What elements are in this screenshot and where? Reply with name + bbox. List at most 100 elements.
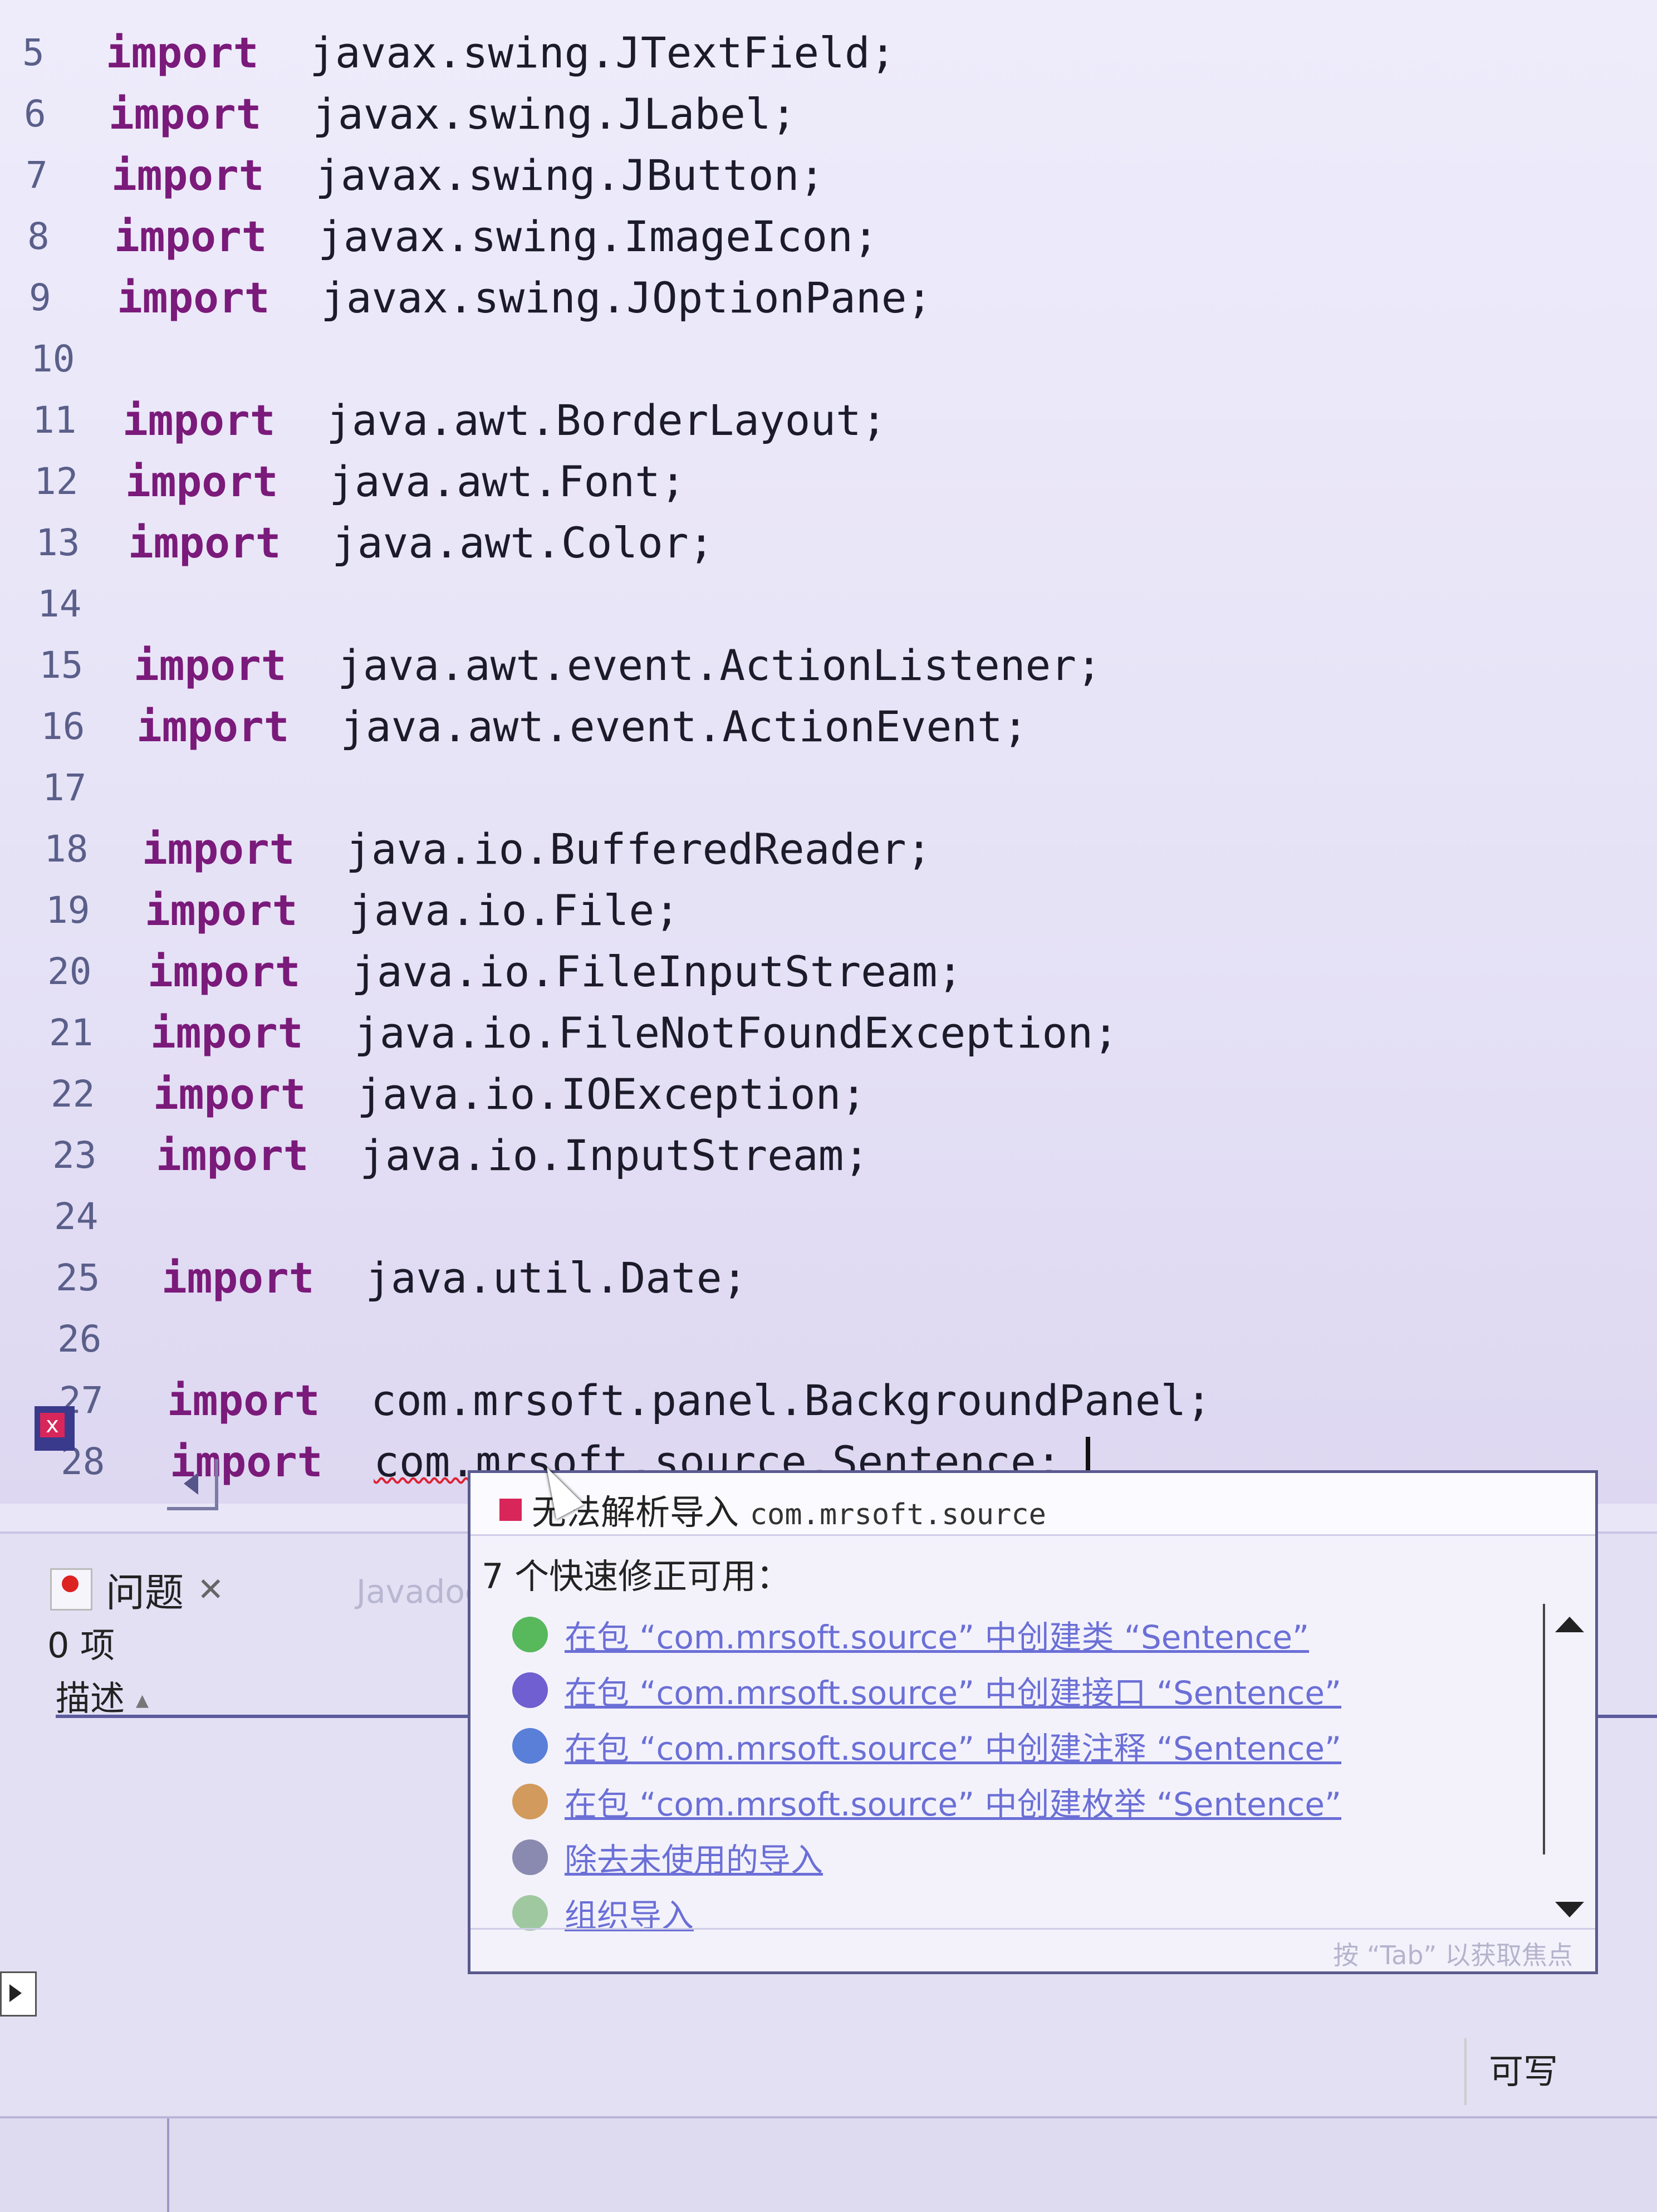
code-editor[interactable]: 5 6 7 8 9 10 11 12 13 14 15 16 17 18 19 20 21 22 23 24 25 26 2… [0,0,1657,1510]
code-line[interactable]: import java.io.File; [145,880,680,941]
code-line[interactable]: import java.awt.Color; [128,512,714,574]
keyword-import: import [142,824,295,874]
line-number: 8 [27,215,50,258]
quick-fix-item[interactable]: 除去未使用的导入 [512,1832,823,1882]
organize-imports-icon [512,1895,548,1931]
line-number: 14 [37,583,82,625]
keyword-import: import [117,273,270,322]
line-number: 25 [56,1256,100,1299]
line-number: 19 [46,889,90,932]
import-path: com.mrsoft.panel.BackgroundPanel; [371,1376,1212,1425]
code-line[interactable]: import javax.swing.ImageIcon; [114,206,879,267]
keyword-import: import [114,212,267,261]
sort-arrow-icon: ▲ [136,1691,149,1711]
error-icon [499,1499,522,1521]
keyword-import: import [150,1008,303,1058]
line-number: 13 [36,521,80,564]
code-line[interactable]: import java.io.InputStream; [156,1125,869,1186]
code-line[interactable]: import javax.swing.JOptionPane; [117,267,932,329]
code-line[interactable]: import java.io.BufferedReader; [142,819,932,880]
quick-fix-scrollbar[interactable] [1543,1604,1584,1854]
keyword-import: import [111,150,264,200]
scroll-down-arrow-icon[interactable] [1555,1902,1584,1917]
quick-fix-item[interactable]: 在包 “com.mrsoft.source” 中创建类 “Sentence” [512,1609,1309,1660]
status-bar-segment [0,2118,169,2212]
line-number: 22 [51,1073,95,1115]
keyword-import: import [128,518,281,567]
quick-fix-count: 7 个快速修正可用： [482,1556,791,1597]
quick-fix-item[interactable]: 在包 “com.mrsoft.source” 中创建接口 “Sentence” [512,1665,1341,1715]
code-line[interactable]: import java.awt.BorderLayout; [122,390,887,451]
import-path: java.io.FileNotFoundException; [354,1008,1119,1058]
status-writable: 可写 [1464,2038,1558,2105]
quick-fix-popup[interactable]: 无法解析导入 com.mrsoft.source 7 个快速修正可用： 在包 “… [468,1470,1598,1974]
line-number: 21 [49,1011,94,1054]
code-line[interactable]: import javax.swing.JLabel; [109,84,796,145]
annotation-icon [512,1728,548,1764]
code-line[interactable] [120,329,171,390]
code-line[interactable]: import javax.swing.JButton; [111,145,825,206]
line-number: 26 [57,1318,102,1361]
line-number: 24 [54,1195,99,1238]
code-line[interactable] [159,1186,210,1247]
code-line[interactable] [164,1309,215,1370]
import-path: javax.swing.JTextField; [310,28,896,77]
code-line[interactable]: import java.io.IOException; [153,1064,866,1125]
line-number: 11 [32,399,77,442]
error-marker-icon[interactable]: x [35,1406,75,1451]
quick-fix-item[interactable]: 在包 “com.mrsoft.source” 中创建枚举 “Sentence” [512,1777,1341,1827]
code-line[interactable]: import java.util.Date; [161,1247,747,1309]
class-icon [512,1617,548,1652]
keyword-import: import [109,89,262,139]
tab-problems[interactable]: 问题 ✕ [50,1559,224,1620]
import-path: java.awt.event.ActionEvent; [340,702,1028,751]
import-path: java.awt.Font; [329,457,686,506]
code-line[interactable]: import java.awt.event.ActionEvent; [136,696,1028,757]
quick-fix-header: 无法解析导入 com.mrsoft.source [470,1473,1595,1536]
keyword-import: import [148,947,301,996]
line-number: 28 [61,1440,105,1483]
line-number: 17 [42,766,87,809]
quick-fix-footer-hint: 按 “Tab” 以获取焦点 [1333,1940,1573,1970]
quick-fix-item-label: 在包 “com.mrsoft.source” 中创建接口 “Sentence” [565,1674,1342,1712]
line-number: 6 [24,92,46,135]
enum-icon [512,1784,548,1819]
close-icon[interactable]: ✕ [197,1570,224,1608]
tab-javadoc[interactable]: Javadoc [356,1573,483,1611]
expand-panel-button[interactable] [0,1971,37,2017]
scroll-left-button[interactable] [167,1459,218,1510]
keyword-import: import [136,702,290,751]
import-path: javax.swing.JOptionPane; [321,273,933,322]
code-line[interactable]: import java.awt.Font; [125,451,686,512]
import-path: java.io.InputStream; [360,1131,870,1180]
code-line[interactable]: import javax.swing.JTextField; [106,22,895,84]
problems-icon [50,1568,92,1611]
line-number: 9 [29,276,51,319]
line-number: 20 [47,950,92,993]
code-line[interactable]: import java.io.FileInputStream; [148,941,963,1002]
keyword-import: import [134,640,287,690]
import-path: java.io.BufferedReader; [346,824,932,874]
keyword-import: import [106,28,259,77]
keyword-import: import [145,885,298,935]
line-number: 7 [26,154,48,197]
code-line[interactable]: import com.mrsoft.panel.BackgroundPanel; [167,1370,1212,1431]
code-line[interactable] [139,757,190,819]
quick-fix-item-label: 在包 “com.mrsoft.source” 中创建注释 “Sentence” [565,1730,1342,1768]
quick-fix-item-label: 在包 “com.mrsoft.source” 中创建类 “Sentence” [565,1618,1310,1656]
scroll-up-arrow-icon[interactable] [1555,1617,1584,1632]
keyword-import: import [153,1069,306,1119]
interface-icon [512,1672,548,1708]
quick-fix-item-label: 在包 “com.mrsoft.source” 中创建枚举 “Sentence” [565,1785,1342,1823]
code-line[interactable]: import java.awt.event.ActionListener; [134,635,1102,696]
keyword-import: import [122,395,276,445]
line-number: 5 [22,31,45,74]
line-number: 23 [52,1134,97,1177]
status-bar [0,2116,1657,2212]
code-line[interactable] [131,574,182,635]
quick-fix-item[interactable]: 在包 “com.mrsoft.source” 中创建注释 “Sentence” [512,1721,1341,1771]
import-path: java.io.File; [349,885,680,935]
line-number: 15 [39,644,84,687]
import-path: java.awt.event.ActionListener; [337,640,1102,690]
code-line[interactable]: import java.io.FileNotFoundException; [150,1002,1119,1064]
